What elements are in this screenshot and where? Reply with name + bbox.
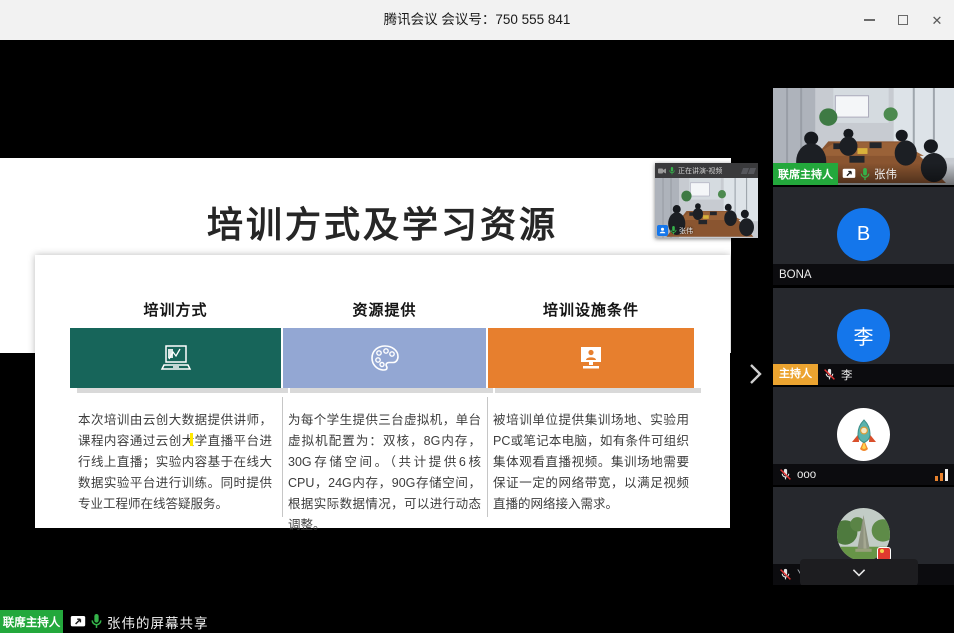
participant-tile-zhangwei[interactable]: 联席主持人 张伟	[773, 88, 954, 185]
participant-tile-ooo[interactable]: ooo	[773, 387, 954, 485]
training-method-box	[70, 328, 281, 388]
column-header-3: 培训设施条件	[488, 299, 694, 321]
facility-box	[488, 328, 694, 388]
floating-video-label: 正在讲演-视频	[678, 166, 739, 176]
participant-name: 张伟	[874, 166, 897, 182]
box-shadow-strip	[495, 388, 701, 393]
camera-icon	[658, 168, 666, 174]
column-divider	[487, 397, 488, 517]
box-shadow-strip	[290, 388, 493, 393]
participants-sidebar: 联席主持人 张伟 B BONA 李	[773, 88, 954, 588]
screen-share-icon	[70, 615, 86, 629]
participant-name-bar: ooo	[773, 464, 954, 485]
meeting-watermark-icon	[742, 168, 755, 174]
floating-video-speaker-name: 张伟	[679, 226, 693, 236]
participant-name: 李	[841, 367, 853, 383]
avatar: B	[837, 208, 890, 261]
cohost-badge: 联席主持人	[773, 163, 838, 185]
participant-name-bar: BONA	[773, 264, 954, 285]
participant-tile-bona[interactable]: B BONA	[773, 187, 954, 285]
chevron-down-icon	[851, 568, 867, 578]
speaker-badge-icon	[657, 225, 668, 236]
column-text-2: 为每个学生提供三台虚拟机，单台虚拟机配置为：双核，8G内存，30G存储空间。（共…	[288, 410, 481, 520]
monitor-user-icon	[574, 343, 608, 373]
meeting-window: 腾讯会议 会议号：750 555 841 ✕ 培训方式及学习资源 培训方式 资源…	[0, 0, 954, 633]
mic-on-icon	[669, 167, 675, 175]
floating-speaker-video[interactable]: 正在讲演-视频	[655, 163, 758, 238]
collapse-video-list-button[interactable]	[800, 559, 918, 585]
column-header-2: 资源提供	[283, 299, 486, 321]
slide-title: 培训方式及学习资源	[34, 196, 731, 248]
host-badge: 主持人	[773, 364, 818, 385]
share-banner-content: 张伟的屏幕共享	[63, 610, 219, 633]
screen-share-banner: 联席主持人 张伟的屏幕共享	[0, 610, 219, 633]
box-shadow-strip	[77, 388, 288, 393]
participant-name-bar: 联席主持人 张伟	[773, 163, 954, 185]
minimize-button[interactable]	[852, 0, 886, 40]
cohost-badge: 联席主持人	[0, 610, 63, 633]
close-button[interactable]: ✕	[920, 0, 954, 40]
mic-on-icon	[670, 226, 677, 235]
maximize-button[interactable]	[886, 0, 920, 40]
close-icon: ✕	[932, 14, 943, 27]
avatar: 李	[837, 309, 890, 362]
share-banner-label: 张伟的屏幕共享	[107, 612, 209, 632]
screen-share-icon	[842, 168, 856, 180]
participant-name-bar: 主持人 李	[773, 364, 954, 385]
participant-name: BONA	[779, 269, 812, 281]
mic-on-icon	[860, 168, 870, 181]
window-titlebar: 腾讯会议 会议号：750 555 841 ✕	[0, 0, 954, 40]
floating-video-feed: 张伟	[655, 178, 758, 238]
network-signal-icon	[935, 469, 948, 481]
floating-video-header: 正在讲演-视频	[655, 163, 758, 178]
participant-tile-li[interactable]: 李 主持人 李	[773, 288, 954, 385]
participant-name: ooo	[797, 469, 816, 481]
resource-box	[283, 328, 486, 388]
next-slide-button[interactable]	[748, 362, 764, 386]
avatar	[837, 408, 890, 461]
rocket-avatar-icon	[846, 417, 882, 453]
mic-muted-icon	[779, 468, 792, 481]
column-divider	[282, 397, 283, 517]
column-header-1: 培训方式	[70, 299, 281, 321]
chevron-right-icon	[748, 362, 764, 386]
column-text-3: 被培训单位提供集训场地、实验用PC或笔记本电脑，如有条件可组织集体观看直播视频。…	[493, 410, 689, 520]
maximize-icon	[898, 15, 908, 25]
window-title: 腾讯会议 会议号：750 555 841	[0, 0, 954, 40]
presentation-laptop-icon	[160, 343, 192, 373]
participant-tile-youan[interactable]: Youan	[773, 487, 954, 585]
column-text-1: 本次培训由云创大数据提供讲师，课程内容通过云创大学直播平台进行线上直播；实验内容…	[78, 410, 272, 520]
slide-content-card: 培训方式 资源提供 培训设施条件	[35, 255, 730, 528]
mic-muted-icon	[779, 568, 792, 581]
palette-icon	[369, 343, 401, 373]
mic-on-icon	[91, 614, 102, 629]
mic-muted-icon	[823, 368, 836, 381]
floating-video-badges: 张伟	[657, 225, 693, 236]
minimize-icon	[864, 19, 875, 21]
text-cursor	[190, 433, 193, 446]
window-controls: ✕	[852, 0, 954, 40]
